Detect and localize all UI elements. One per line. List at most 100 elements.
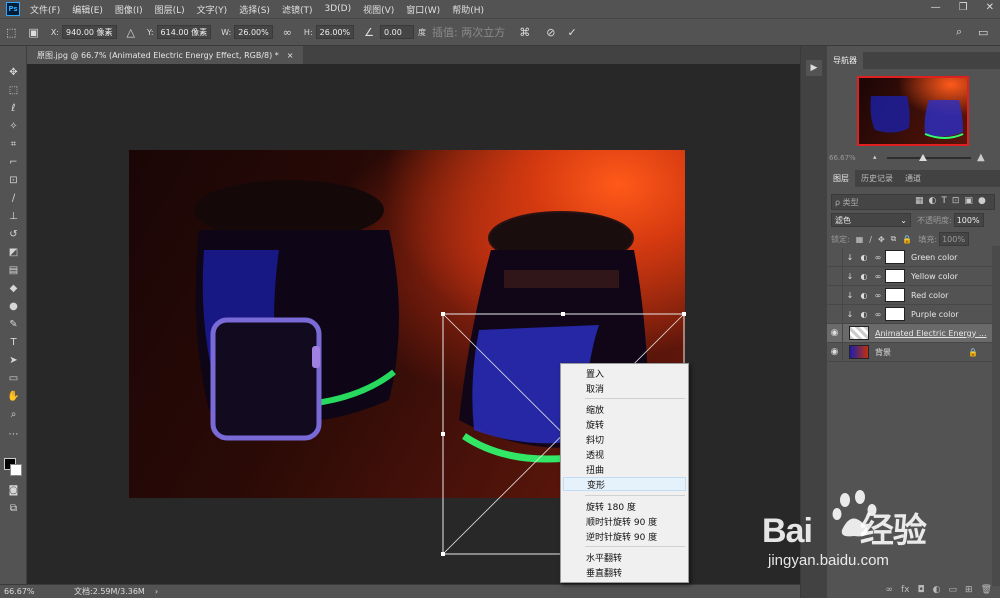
warp-mode-icon[interactable]: ⌘ xyxy=(519,26,530,39)
gradient-tool-icon[interactable]: ▤ xyxy=(4,262,23,278)
menu-window[interactable]: 窗口(W) xyxy=(406,3,440,16)
menu-item-cancel[interactable]: 取消 xyxy=(563,381,686,395)
blend-mode-select[interactable]: 滤色 ⌄ xyxy=(831,213,911,227)
y-field[interactable]: 614.00 像素 xyxy=(156,25,212,39)
blur-tool-icon[interactable]: ◆ xyxy=(4,280,23,296)
angle-field[interactable]: 0.00 xyxy=(380,25,415,39)
reference-point-icon[interactable]: ▣ xyxy=(28,26,38,39)
eyedropper-tool-icon[interactable]: ⌐ xyxy=(4,154,23,170)
menu-file[interactable]: 文件(F) xyxy=(30,3,60,16)
commit-transform-icon[interactable]: ✓ xyxy=(567,26,576,39)
menu-type[interactable]: 文字(Y) xyxy=(197,3,228,16)
workspace-icon[interactable]: ▭ xyxy=(978,26,988,39)
add-mask-icon[interactable]: ◘ xyxy=(918,585,925,595)
transform-tool-icon[interactable]: ⬚ xyxy=(6,26,16,39)
menu-item-place[interactable]: 置入 xyxy=(563,366,686,380)
pen-tool-icon[interactable]: ✎ xyxy=(4,316,23,332)
menu-image[interactable]: 图像(I) xyxy=(115,3,143,16)
menu-layer[interactable]: 图层(L) xyxy=(155,3,185,16)
menu-item-warp[interactable]: 变形 xyxy=(563,477,686,491)
link-layers-icon[interactable]: ∞ xyxy=(886,585,894,595)
screen-mode-icon[interactable]: ⧉ xyxy=(4,500,23,516)
hand-tool-icon[interactable]: ✋ xyxy=(4,388,23,404)
lock-transparent-icon[interactable]: ▦ xyxy=(856,235,864,244)
quick-mask-icon[interactable]: ◙ xyxy=(4,482,23,498)
menu-item-scale[interactable]: 缩放 xyxy=(563,402,686,416)
layer-row[interactable]: ◉ ↓ ◐ ∞ Green color xyxy=(827,247,992,267)
zoom-in-icon[interactable]: ▲ xyxy=(977,152,985,163)
minimize-icon[interactable]: — xyxy=(931,2,941,13)
tab-channels[interactable]: 通道 xyxy=(899,170,927,187)
menu-item-rotate[interactable]: 旋转 xyxy=(563,417,686,431)
new-layer-icon[interactable]: ⊞ xyxy=(965,585,973,595)
eraser-tool-icon[interactable]: ◩ xyxy=(4,244,23,260)
zoom-level[interactable]: 66.67% xyxy=(4,587,54,596)
type-filter-icon[interactable]: T xyxy=(941,196,947,206)
navigator-thumbnail[interactable] xyxy=(857,76,969,146)
menu-item-rotate-90-cw[interactable]: 顺时针旋转 90 度 xyxy=(563,514,686,528)
delta-icon[interactable]: △ xyxy=(127,26,135,39)
shape-tool-icon[interactable]: ▭ xyxy=(4,370,23,386)
restore-icon[interactable]: ❐ xyxy=(959,2,968,13)
x-field[interactable]: 940.00 像素 xyxy=(62,25,117,39)
handle-middle-left[interactable] xyxy=(441,432,445,436)
search-icon[interactable]: ⌕ xyxy=(956,25,962,39)
filter-toggle-icon[interactable]: ● xyxy=(978,196,986,206)
zoom-tool-icon[interactable]: ⌕ xyxy=(4,406,23,422)
link-icon[interactable]: ∞ xyxy=(283,26,292,39)
menu-filter[interactable]: 滤镜(T) xyxy=(282,3,313,16)
visibility-toggle[interactable]: ◉ xyxy=(827,323,843,343)
lasso-tool-icon[interactable]: ℓ xyxy=(4,100,23,116)
fx-icon[interactable]: fx xyxy=(901,585,910,595)
menu-item-perspective[interactable]: 透视 xyxy=(563,447,686,461)
crop-tool-icon[interactable]: ⌗ xyxy=(4,136,23,152)
shape-filter-icon[interactable]: ⊡ xyxy=(952,196,960,206)
healing-tool-icon[interactable]: ⊡ xyxy=(4,172,23,188)
visibility-toggle[interactable]: ◉ xyxy=(827,266,843,286)
adjustment-filter-icon[interactable]: ◐ xyxy=(929,196,937,206)
marquee-tool-icon[interactable]: ⬚ xyxy=(4,82,23,98)
handle-top-center[interactable] xyxy=(561,312,565,316)
navigator-zoom-knob[interactable] xyxy=(919,154,927,161)
visibility-toggle[interactable]: ◉ xyxy=(827,285,843,305)
history-brush-tool-icon[interactable]: ↺ xyxy=(4,226,23,242)
handle-top-left[interactable] xyxy=(441,312,445,316)
brush-tool-icon[interactable]: ∕ xyxy=(4,190,23,206)
close-icon[interactable]: ✕ xyxy=(986,2,994,13)
menu-item-skew[interactable]: 斜切 xyxy=(563,432,686,446)
new-adjustment-icon[interactable]: ◐ xyxy=(933,585,941,595)
visibility-toggle[interactable]: ◉ xyxy=(827,304,843,324)
fill-field[interactable]: 100% xyxy=(939,232,970,246)
handle-bottom-left[interactable] xyxy=(441,552,445,556)
tab-close-icon[interactable]: × xyxy=(287,51,294,60)
path-selection-tool-icon[interactable]: ➤ xyxy=(4,352,23,368)
more-tools-icon[interactable]: ⋯ xyxy=(4,426,23,442)
tab-history[interactable]: 历史记录 xyxy=(855,170,899,187)
play-icon[interactable]: ▶ xyxy=(806,60,822,76)
smart-filter-icon[interactable]: ▣ xyxy=(964,196,973,206)
tab-navigator[interactable]: 导航器 xyxy=(827,52,863,69)
dodge-tool-icon[interactable]: ● xyxy=(4,298,23,314)
delete-layer-icon[interactable]: 🗑 xyxy=(981,585,992,595)
magic-wand-tool-icon[interactable]: ✧ xyxy=(4,118,23,134)
lock-position-icon[interactable]: ✥ xyxy=(878,235,885,244)
lock-pixels-icon[interactable]: ∕ xyxy=(869,235,872,244)
document-tab[interactable]: 原图.jpg @ 66.7% (Animated Electric Energy… xyxy=(27,46,304,64)
zoom-out-icon[interactable]: ▴ xyxy=(873,153,877,161)
stamp-tool-icon[interactable]: ⊥ xyxy=(4,208,23,224)
opacity-field[interactable]: 100% xyxy=(953,213,984,227)
menu-item-rotate-180[interactable]: 旋转 180 度 xyxy=(563,499,686,513)
type-tool-icon[interactable]: T xyxy=(4,334,23,350)
lock-artboard-icon[interactable]: ⧉ xyxy=(891,234,897,244)
visibility-toggle[interactable]: ◉ xyxy=(827,342,843,362)
navigator-zoom-value[interactable]: 66.67% xyxy=(829,154,856,162)
navigator-zoom-slider[interactable] xyxy=(887,157,971,159)
layer-row[interactable]: ◉ ↓ ◐ ∞ Purple color xyxy=(827,304,992,324)
handle-top-right[interactable] xyxy=(682,312,686,316)
w-field[interactable]: 26.00% xyxy=(234,25,273,39)
menu-item-distort[interactable]: 扭曲 xyxy=(563,462,686,476)
menu-item-flip-vertical[interactable]: 垂直翻转 xyxy=(563,565,686,579)
menu-edit[interactable]: 编辑(E) xyxy=(72,3,103,16)
lock-all-icon[interactable]: 🔒 xyxy=(902,235,912,244)
layer-row[interactable]: ◉ ↓ ◐ ∞ Red color xyxy=(827,285,992,305)
